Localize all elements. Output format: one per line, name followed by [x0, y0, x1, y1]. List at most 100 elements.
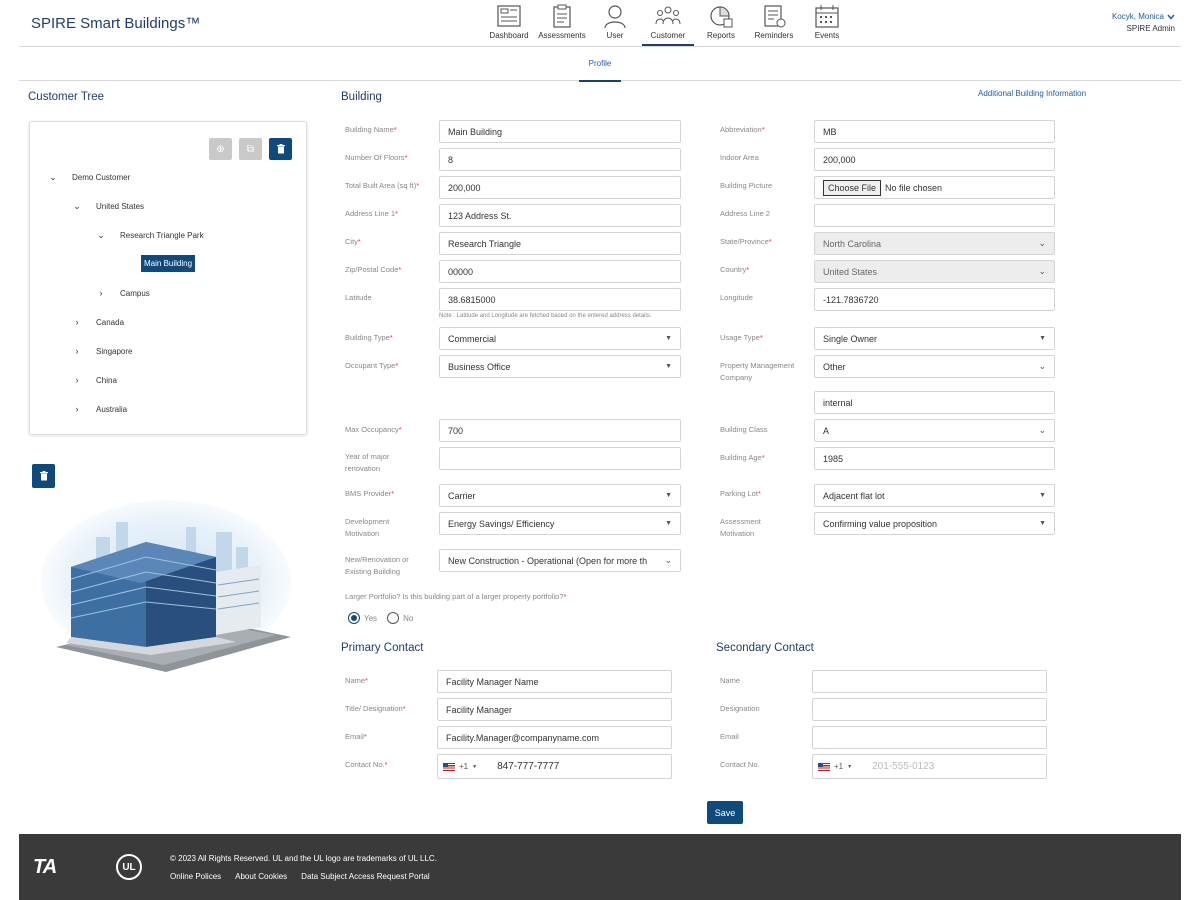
online-policies-link[interactable]: Online Polices [170, 872, 221, 881]
primary-name-input[interactable]: Facility Manager Name [437, 670, 672, 693]
brand-title[interactable]: SPIRE Smart Buildings™ [31, 15, 200, 32]
label-line-1: Assessment [720, 517, 761, 526]
total-area-input[interactable]: 200,000 [439, 176, 681, 199]
property-management-label: Property Management Company [720, 360, 794, 384]
tree-node-united-states[interactable]: ⌄ United States [72, 201, 144, 212]
tree-node-main-building[interactable]: Main Building [141, 255, 196, 272]
add-node-button[interactable]: ⊕ [209, 138, 232, 160]
user-menu[interactable]: Kocyk, Monica SPIRE Admin [1112, 12, 1175, 33]
abbreviation-input[interactable]: MB [814, 120, 1055, 143]
nav-events[interactable]: Events [801, 4, 853, 46]
required-mark: * [393, 125, 397, 134]
label-text: Parking Lot [720, 489, 758, 498]
select-value: Confirming value proposition [823, 518, 938, 529]
primary-email-input[interactable]: Facility.Manager@companyname.com [437, 726, 672, 749]
radio-yes-label: Yes [364, 613, 378, 623]
nav-reports[interactable]: Reports [695, 4, 747, 46]
ta-logo: TA [33, 856, 57, 878]
delete-node-button[interactable] [269, 138, 292, 160]
primary-title-input[interactable]: Facility Manager [437, 698, 672, 721]
city-input[interactable]: Research Triangle [439, 232, 681, 255]
tree-node-research-triangle-park[interactable]: ⌄ Research Triangle Park [96, 230, 203, 241]
assessment-motivation-select[interactable]: Confirming value proposition ▼ [814, 512, 1055, 535]
delete-image-button[interactable] [32, 464, 55, 488]
copy-node-button[interactable]: ⧉ [239, 138, 262, 160]
country-code-dropdown[interactable]: +1 ▼ [818, 762, 852, 771]
label-line-1: New/Renovation or [345, 555, 409, 564]
country-code-dropdown[interactable]: +1 ▼ [443, 762, 477, 771]
year-major-renovation-input[interactable] [439, 447, 681, 470]
secondary-phone-input[interactable]: +1 ▼ 201-555-0123 [812, 754, 1047, 779]
tree-node-australia[interactable]: › Australia [72, 404, 128, 414]
building-name-input[interactable]: Main Building [439, 120, 681, 143]
building-type-select[interactable]: Commercial ▼ [439, 327, 681, 350]
caret-down-icon: ▼ [847, 763, 853, 770]
address1-input[interactable]: 123 Address St. [439, 204, 681, 227]
tree-node-label: Main Building [141, 255, 196, 272]
chevron-down-icon: ⌄ [97, 230, 105, 240]
radio-no[interactable] [387, 612, 400, 624]
label-text: Country [720, 265, 747, 274]
building-age-input[interactable]: 1985 [814, 447, 1055, 470]
building-class-select[interactable]: A ⌄ [814, 419, 1055, 442]
label-line-2: Motivation [345, 529, 380, 538]
secondary-designation-input[interactable] [812, 698, 1047, 721]
address2-input[interactable] [814, 204, 1055, 227]
property-management-select[interactable]: Other ⌄ [814, 355, 1055, 378]
nav-dashboard[interactable]: Dashboard [483, 4, 535, 46]
about-cookies-link[interactable]: About Cookies [235, 872, 287, 881]
primary-email-label: Email* [345, 731, 367, 743]
required-mark: * [398, 265, 402, 274]
state-select[interactable]: North Carolina ⌄ [814, 232, 1055, 255]
primary-phone-input[interactable]: +1 ▼ 847-777-7777 [437, 754, 672, 779]
secondary-email-input[interactable] [812, 726, 1047, 749]
new-renovation-select[interactable]: New Construction - Operational (Open for… [439, 549, 681, 572]
longitude-input[interactable]: -121.7836720 [814, 288, 1055, 311]
tab-profile[interactable]: Profile [579, 59, 621, 82]
floors-label: Number Of Floors* [345, 152, 408, 164]
phone-placeholder: 201-555-0123 [872, 761, 935, 772]
caret-down-icon: ▼ [665, 363, 672, 370]
required-mark: * [761, 453, 765, 462]
nav-customer[interactable]: Customer [642, 4, 694, 46]
radio-yes[interactable] [348, 612, 360, 624]
tree-node-china[interactable]: › China [72, 375, 117, 385]
choose-file-button[interactable]: Choose File [823, 179, 882, 196]
label-text: City [345, 237, 358, 246]
max-occupancy-input[interactable]: 700 [439, 419, 681, 442]
tree-node-label: China [96, 375, 117, 385]
tree-node-canada[interactable]: › Canada [72, 317, 125, 327]
input-value: Research Triangle [448, 238, 522, 249]
secondary-name-input[interactable] [812, 670, 1047, 693]
additional-building-info-link[interactable]: Additional Building Information [978, 89, 1086, 98]
floors-input[interactable]: 8 [439, 148, 681, 171]
occupant-type-select[interactable]: Business Office ▼ [439, 355, 681, 378]
nav-label: Dashboard [489, 31, 529, 40]
primary-name-label: Name* [345, 675, 368, 687]
usage-type-select[interactable]: Single Owner ▼ [814, 327, 1055, 350]
nav-user[interactable]: User [589, 4, 641, 46]
usage-type-label: Usage Type* [720, 332, 763, 344]
zip-input[interactable]: 00000 [439, 260, 681, 283]
tree-node-singapore[interactable]: › Singapore [72, 346, 133, 356]
address1-label: Address Line 1* [345, 208, 398, 220]
property-management-other-input[interactable]: internal [814, 391, 1055, 414]
country-select[interactable]: United States ⌄ [814, 260, 1055, 283]
label-text: Contact No. [345, 760, 385, 769]
input-value: 200,000 [823, 154, 856, 165]
input-value: MB [823, 126, 837, 137]
dsar-portal-link[interactable]: Data Subject Access Request Portal [301, 872, 430, 881]
parking-lot-select[interactable]: Adjacent flat lot ▼ [814, 484, 1055, 507]
development-motivation-select[interactable]: Energy Savings/ Efficiency ▼ [439, 512, 681, 535]
nav-reminders[interactable]: Reminders [748, 4, 800, 46]
bms-provider-label: BMS Provider* [345, 488, 394, 500]
bms-provider-select[interactable]: Carrier ▼ [439, 484, 681, 507]
development-motivation-label: Development Motivation [345, 516, 389, 540]
save-button[interactable]: Save [707, 801, 743, 824]
tree-node-campus[interactable]: › Campus [96, 288, 150, 298]
indoor-area-input[interactable]: 200,000 [814, 148, 1055, 171]
building-picture-file-input[interactable]: Choose File No file chosen [814, 176, 1055, 199]
tree-node-demo-customer[interactable]: ⌄ Demo Customer [48, 172, 130, 183]
nav-assessments[interactable]: Assessments [536, 4, 588, 46]
latitude-input[interactable]: 38.6815000 [439, 288, 681, 311]
